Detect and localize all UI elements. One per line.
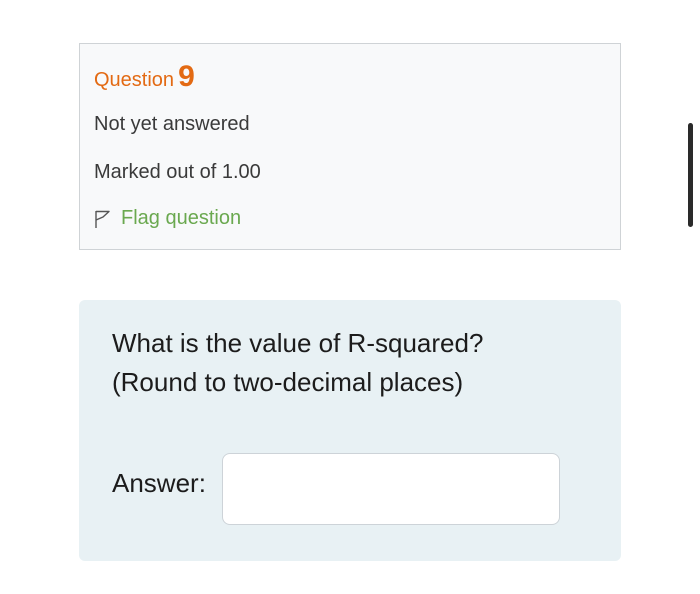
question-grade: Marked out of 1.00 (94, 161, 261, 183)
flag-icon (94, 209, 112, 229)
question-content-panel: What is the value of R-squared? (Round t… (79, 300, 621, 561)
question-text: What is the value of R-squared? (Round t… (112, 324, 483, 402)
question-text-line-2: (Round to two-decimal places) (112, 367, 464, 397)
question-text-line-1: What is the value of R-squared? (112, 328, 484, 358)
answer-label: Answer: (112, 468, 206, 498)
flag-question-label: Flag question (121, 207, 242, 229)
scrollbar-thumb[interactable] (688, 123, 693, 227)
question-state: Not yet answered (94, 113, 250, 135)
quiz-page: Question 9 Not yet answered Marked out of… (0, 0, 700, 594)
question-label: Question (94, 69, 175, 91)
question-heading: Question 9 (94, 60, 195, 94)
question-number: 9 (178, 60, 195, 93)
question-info-panel: Question 9 Not yet answered Marked out of… (79, 43, 621, 250)
flag-question-link[interactable]: Flag question (94, 207, 241, 230)
answer-input[interactable] (222, 453, 560, 525)
